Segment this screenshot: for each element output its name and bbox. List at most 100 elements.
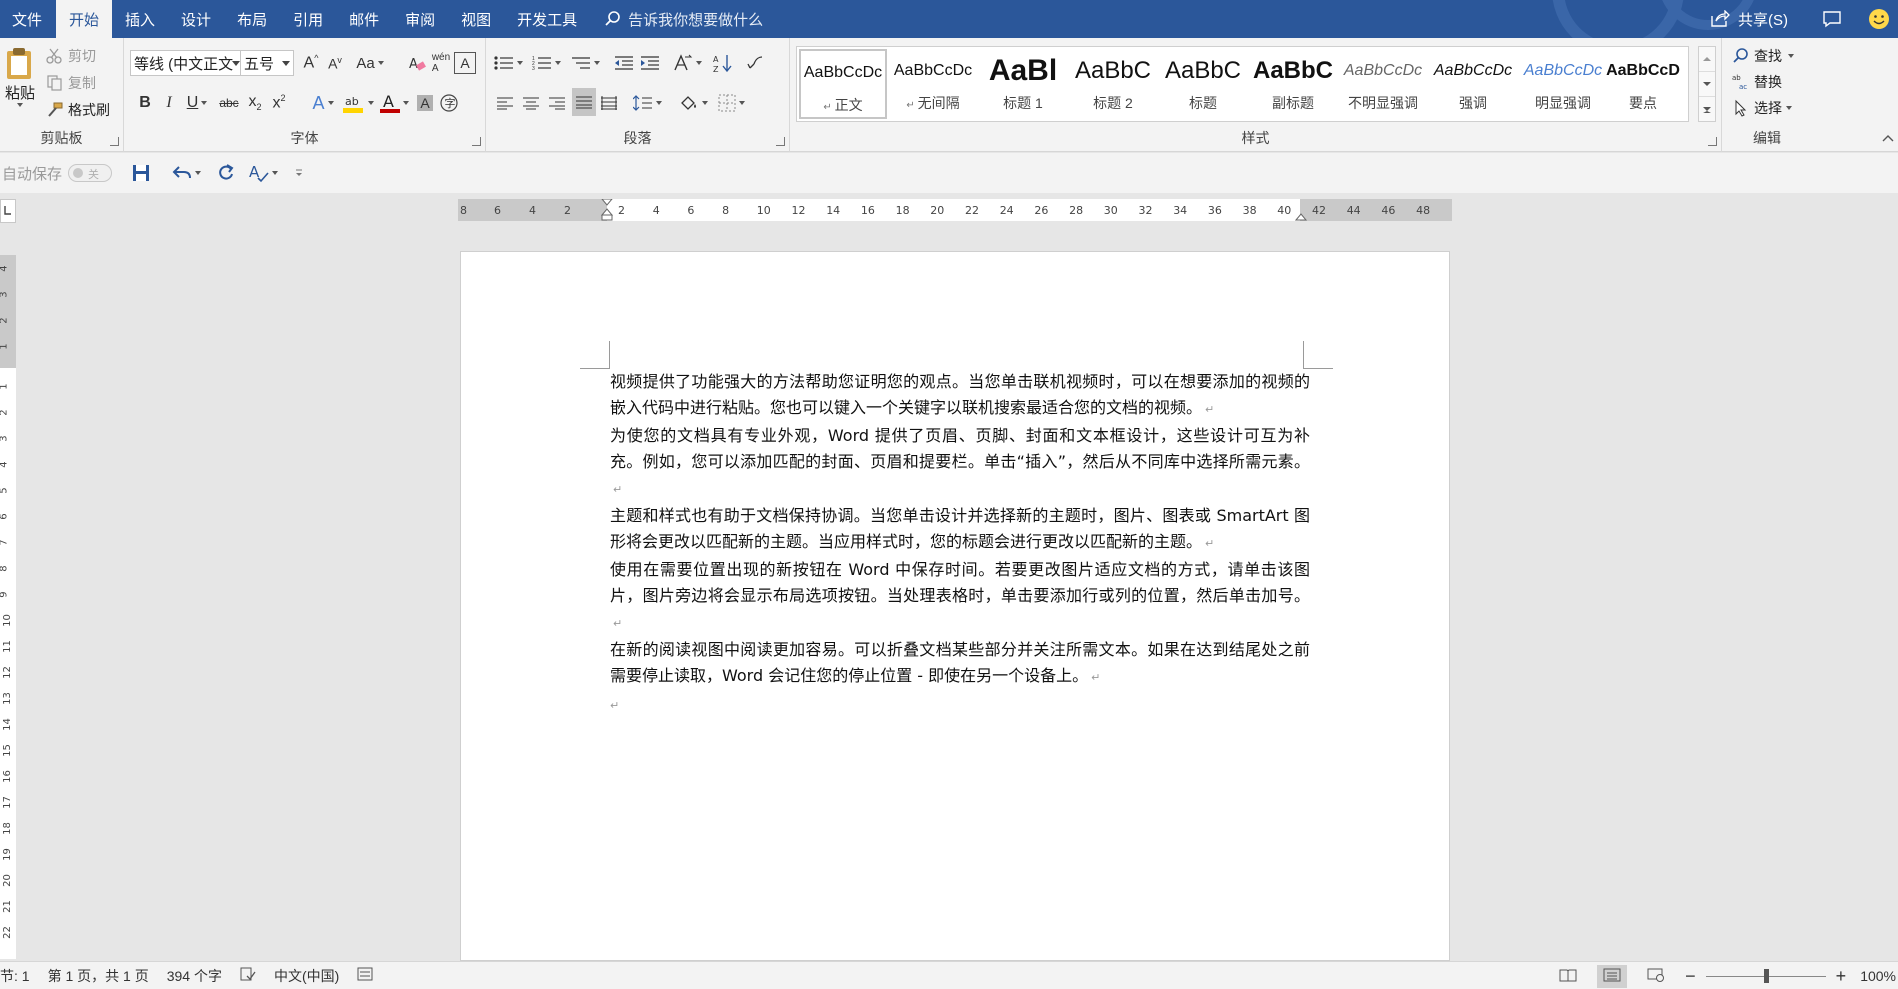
align-right-button[interactable]: [546, 90, 568, 116]
shading-button[interactable]: [676, 90, 710, 116]
tab-insert[interactable]: 插入: [112, 0, 168, 38]
tab-view[interactable]: 视图: [448, 0, 504, 38]
show-paragraph-marks-button[interactable]: [742, 50, 768, 76]
paragraph-dialog-launcher[interactable]: [776, 137, 785, 146]
read-mode-button[interactable]: [1559, 968, 1577, 985]
copy-button[interactable]: 复制: [46, 73, 96, 93]
change-case-button[interactable]: Aa: [354, 52, 386, 74]
style-intense-emphasis[interactable]: AaBbCcDc 明显强调: [1519, 49, 1607, 119]
highlight-button[interactable]: ab: [342, 90, 374, 116]
find-button[interactable]: 查找: [1732, 46, 1794, 66]
tab-developer[interactable]: 开发工具: [504, 0, 590, 38]
spelling-button[interactable]: A: [249, 163, 279, 183]
format-painter-button[interactable]: 格式刷: [46, 100, 110, 120]
tab-design[interactable]: 设计: [168, 0, 224, 38]
redo-button[interactable]: [217, 164, 235, 182]
gallery-down-button[interactable]: [1699, 72, 1715, 97]
document-body[interactable]: 视频提供了功能强大的方法帮助您证明您的观点。当您单击联机视频时，可以在想要添加的…: [610, 369, 1310, 719]
status-page[interactable]: 第 1 页，共 1 页: [48, 966, 149, 986]
collapse-ribbon-button[interactable]: [1882, 129, 1894, 145]
zoom-level[interactable]: 100%: [1860, 968, 1896, 984]
tell-me-search[interactable]: 告诉我你想要做什么: [604, 0, 763, 38]
right-indent-marker[interactable]: [1294, 209, 1308, 221]
autosave-toggle[interactable]: 关: [68, 164, 113, 182]
clear-formatting-button[interactable]: A: [406, 52, 428, 74]
bullets-button[interactable]: [492, 50, 524, 76]
phonetic-guide-button[interactable]: wén A: [430, 52, 452, 74]
feedback-smiley-button[interactable]: [1868, 8, 1890, 30]
tab-mailings[interactable]: 邮件: [336, 0, 392, 38]
sort-button[interactable]: AZ: [710, 50, 736, 76]
document-paragraph[interactable]: 视频提供了功能强大的方法帮助您证明您的观点。当您单击联机视频时，可以在想要添加的…: [610, 369, 1310, 423]
enclose-characters-button[interactable]: 字: [438, 90, 460, 116]
chinese-layout-button[interactable]: [670, 50, 704, 76]
style-subtitle[interactable]: AaBbC 副标题: [1249, 49, 1337, 119]
tab-review[interactable]: 审阅: [392, 0, 448, 38]
italic-button[interactable]: I: [158, 90, 180, 116]
cut-button[interactable]: 剪切: [46, 46, 96, 66]
web-layout-button[interactable]: [1647, 968, 1665, 985]
distributed-align-button[interactable]: [598, 90, 620, 116]
align-left-button[interactable]: [494, 90, 516, 116]
print-layout-button[interactable]: [1597, 964, 1628, 988]
macro-record-button[interactable]: [357, 967, 373, 984]
vertical-ruler[interactable]: 432112345678910111213141516171819202122: [0, 255, 16, 959]
tab-selector[interactable]: [0, 199, 16, 223]
style-heading-1[interactable]: AaBl 标题 1: [979, 49, 1067, 119]
tab-home[interactable]: 开始: [56, 0, 113, 38]
zoom-out-button[interactable]: −: [1685, 966, 1696, 987]
tab-layout[interactable]: 布局: [224, 0, 280, 38]
numbering-button[interactable]: 123: [530, 50, 562, 76]
proofing-status-button[interactable]: [240, 967, 256, 984]
zoom-in-button[interactable]: +: [1836, 966, 1847, 987]
style-emphasis[interactable]: AaBbCcDc 强调: [1429, 49, 1517, 119]
replace-button[interactable]: ab ac 替换: [1732, 72, 1782, 92]
gallery-up-button[interactable]: [1699, 47, 1715, 72]
multilevel-list-button[interactable]: [568, 50, 602, 76]
horizontal-ruler[interactable]: 8 6 4 2 2 4 6 8 10 12 14 16 18 20 22 24 26 28 30 32 34 36…: [458, 199, 1452, 221]
undo-button[interactable]: [172, 164, 202, 182]
status-language[interactable]: 中文(中国): [274, 966, 339, 986]
document-paragraph[interactable]: 在新的阅读视图中阅读更加容易。可以折叠文档某些部分并关注所需文本。如果在达到结尾…: [610, 637, 1310, 691]
document-paragraph[interactable]: 使用在需要位置出现的新按钮在 Word 中保存时间。若要更改图片适应文档的方式，…: [610, 557, 1310, 637]
document-page[interactable]: 视频提供了功能强大的方法帮助您证明您的观点。当您单击联机视频时，可以在想要添加的…: [460, 251, 1450, 961]
status-section[interactable]: 节: 1: [0, 966, 30, 986]
font-size-combo[interactable]: 五号: [240, 50, 294, 76]
gallery-more-button[interactable]: [1699, 97, 1715, 122]
borders-button[interactable]: [714, 90, 748, 116]
tab-references[interactable]: 引用: [280, 0, 336, 38]
comments-button[interactable]: [1822, 10, 1842, 28]
increase-indent-button[interactable]: [638, 50, 662, 76]
underline-button[interactable]: U: [182, 90, 212, 116]
zoom-slider-thumb[interactable]: [1763, 968, 1769, 983]
style-subtle-emphasis[interactable]: AaBbCcDc 不明显强调: [1339, 49, 1427, 119]
style-strong[interactable]: AaBbCcD 要点: [1599, 49, 1687, 119]
subscript-button[interactable]: x2: [244, 90, 266, 116]
document-paragraph[interactable]: 主题和样式也有助于文档保持协调。当您单击设计并选择新的主题时，图片、图表或 Sm…: [610, 503, 1310, 557]
align-center-button[interactable]: [520, 90, 542, 116]
save-button[interactable]: [132, 164, 150, 182]
clipboard-dialog-launcher[interactable]: [110, 137, 119, 146]
text-effects-button[interactable]: A: [308, 90, 338, 116]
style-no-spacing[interactable]: AaBbCcDc ↵ 无间隔: [889, 49, 977, 119]
superscript-button[interactable]: x2: [268, 90, 290, 116]
character-border-button[interactable]: A: [454, 52, 476, 74]
font-name-combo[interactable]: 等线 (中文正文: [130, 50, 244, 76]
share-button[interactable]: 共享(S): [1710, 9, 1788, 30]
strikethrough-button[interactable]: abc: [216, 90, 242, 116]
shrink-font-button[interactable]: Av: [324, 52, 346, 74]
tab-file[interactable]: 文件: [0, 0, 56, 38]
status-word-count[interactable]: 394 个字: [167, 966, 222, 986]
indent-markers[interactable]: [599, 199, 615, 221]
customize-qat-button[interactable]: [294, 168, 304, 178]
styles-dialog-launcher[interactable]: [1708, 137, 1717, 146]
zoom-slider[interactable]: [1705, 968, 1826, 983]
style-title[interactable]: AaBbC 标题: [1159, 49, 1247, 119]
justify-button[interactable]: [572, 88, 596, 116]
bold-button[interactable]: B: [134, 90, 156, 116]
document-paragraph[interactable]: 为使您的文档具有专业外观，Word 提供了页眉、页脚、封面和文本框设计，这些设计…: [610, 423, 1310, 503]
font-dialog-launcher[interactable]: [472, 137, 481, 146]
font-color-button[interactable]: A: [378, 90, 410, 116]
grow-font-button[interactable]: A^: [300, 52, 322, 74]
document-paragraph[interactable]: ↵: [610, 691, 1310, 719]
